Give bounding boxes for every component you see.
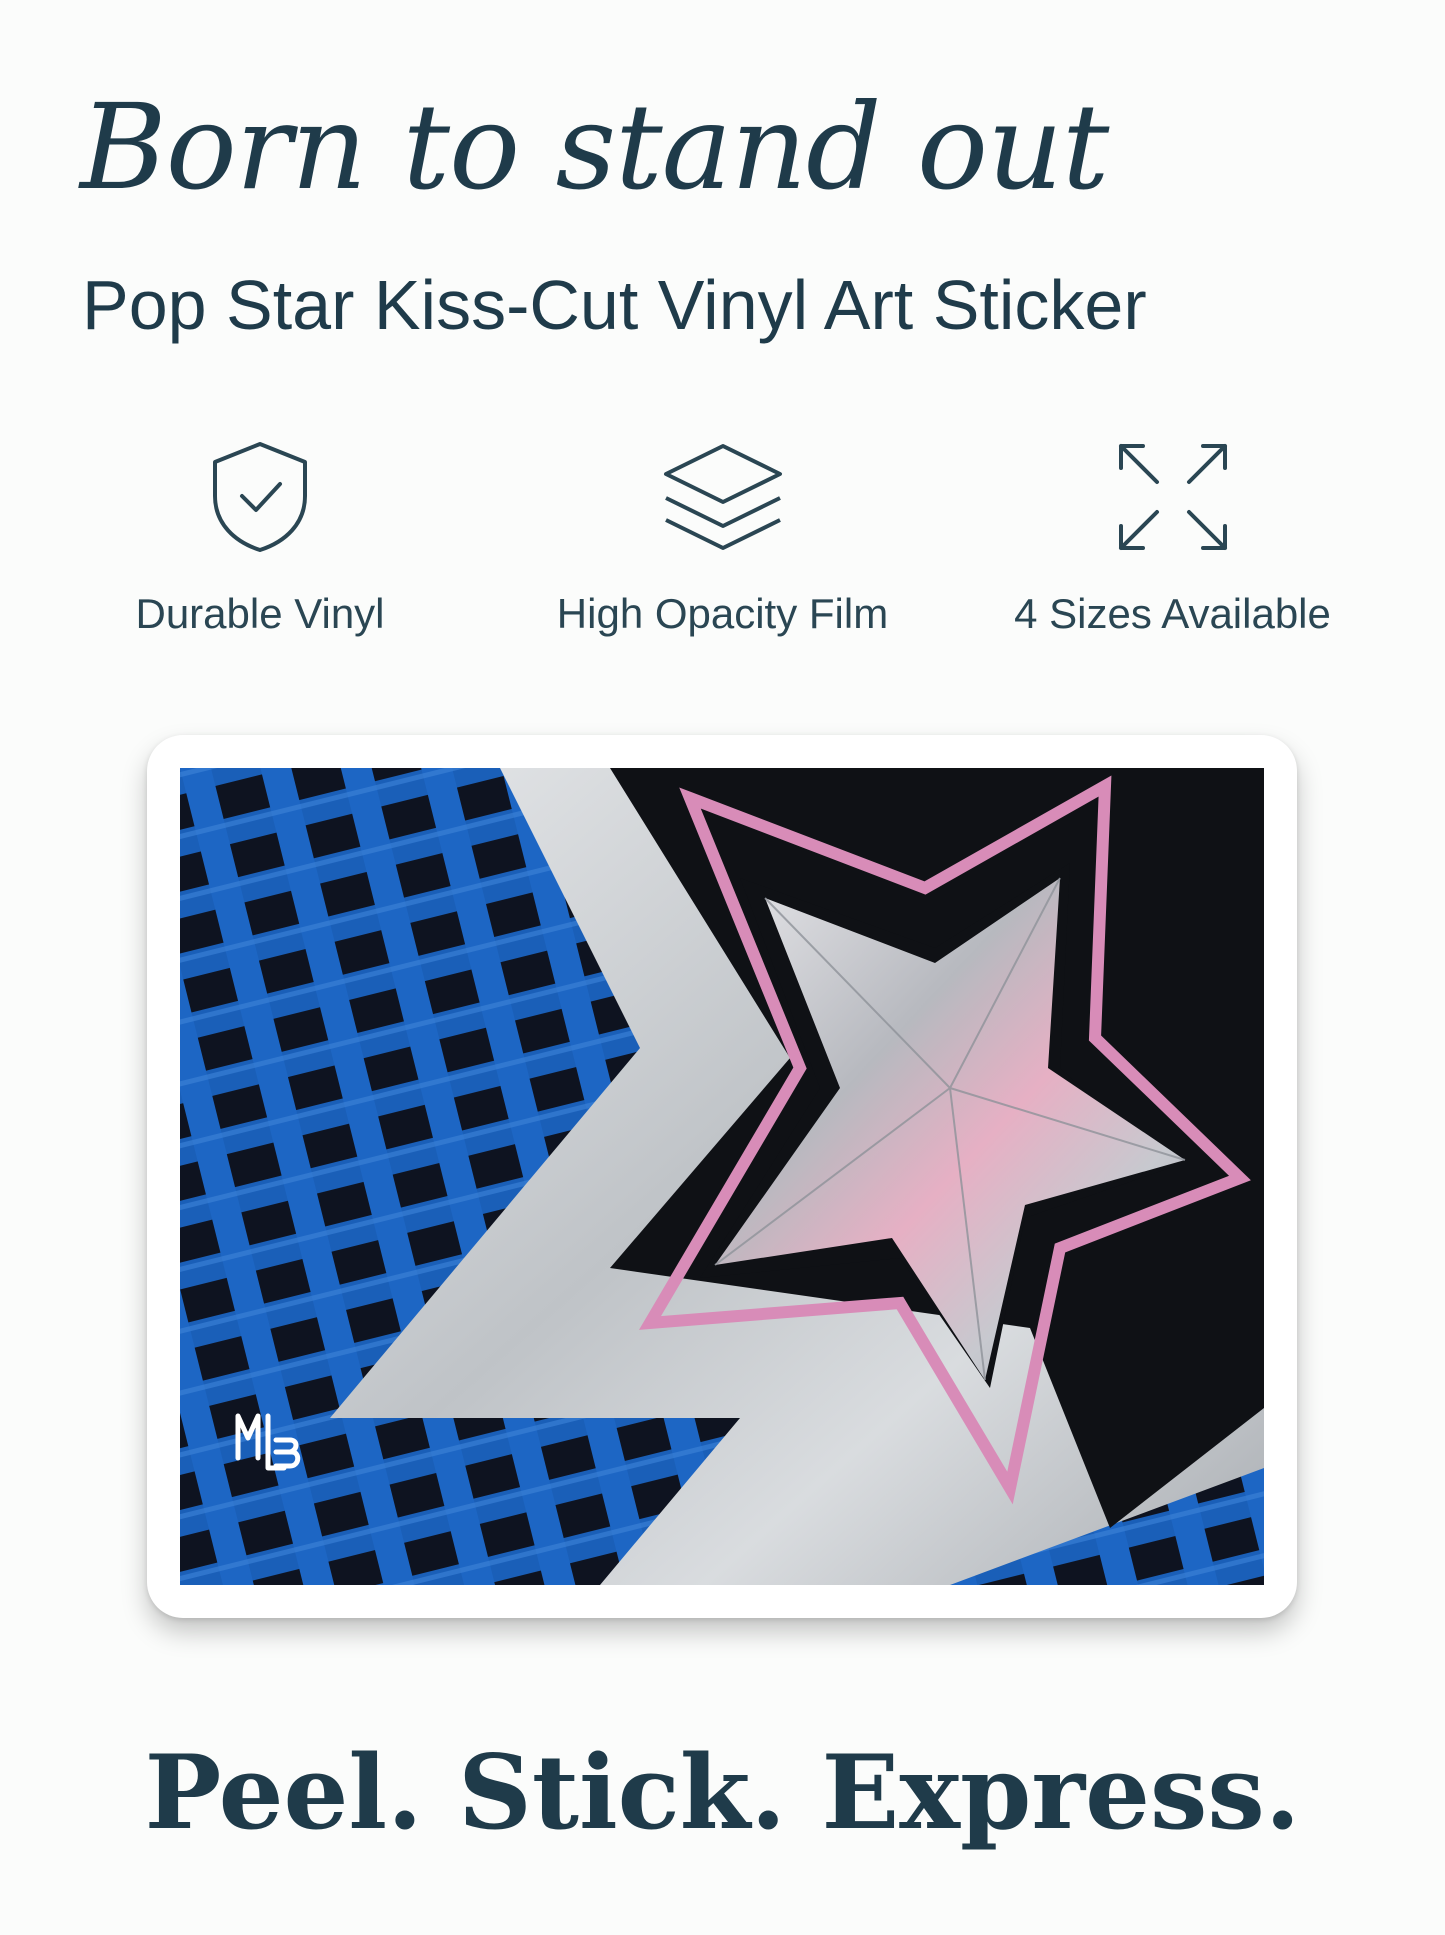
sticker-preview	[147, 735, 1297, 1618]
pop-star-artwork	[180, 768, 1264, 1585]
feature-label: High Opacity Film	[556, 590, 889, 637]
shield-check-icon	[213, 442, 307, 552]
feature-durable-vinyl: Durable Vinyl	[115, 438, 405, 638]
feature-list: Durable Vinyl High Opacity Film 4 Sizes …	[80, 438, 1365, 638]
feature-label: 4 Sizes Available	[1014, 590, 1331, 637]
product-title: Pop Star Kiss-Cut Vinyl Art Sticker	[82, 266, 1147, 344]
feature-sizes-available: 4 Sizes Available	[985, 438, 1360, 638]
feature-label: Durable Vinyl	[135, 590, 385, 637]
layers-icon	[663, 444, 782, 550]
artwork-image	[180, 768, 1264, 1585]
expand-arrows-icon	[1118, 444, 1227, 550]
tagline: Peel. Stick. Express.	[144, 1733, 1301, 1853]
feature-high-opacity-film: High Opacity Film	[525, 438, 920, 638]
headline: Born to stand out	[80, 78, 1109, 216]
